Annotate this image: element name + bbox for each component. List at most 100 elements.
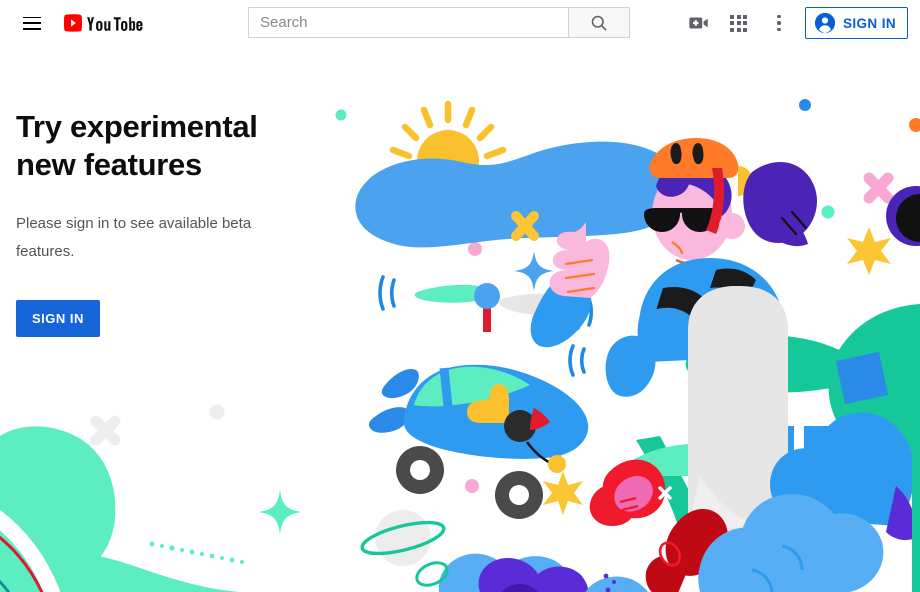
helmet-strap (706, 168, 724, 234)
dot-pink-3 (882, 387, 898, 403)
car-wing-top (381, 368, 419, 399)
canopy-divider (439, 367, 454, 417)
sparkle-mint (258, 490, 302, 534)
cloud-stipple (370, 165, 443, 198)
sparkle-blue (514, 251, 554, 291)
teal-patch (835, 351, 889, 405)
youtube-experiments-page: Try experimental new features Please sig… (0, 0, 920, 592)
apps-grid-button[interactable] (719, 3, 759, 43)
teal-band-1 (716, 426, 794, 456)
purple-edge-right (886, 486, 917, 540)
car-body (403, 364, 589, 459)
motion-lines-left (378, 275, 396, 311)
character-torso (637, 258, 784, 362)
page-title-line1: Try experimental (16, 109, 258, 144)
mint-blob-bottom (0, 546, 240, 592)
car-wing-bottom (368, 407, 410, 433)
guide-menu-button[interactable] (16, 7, 48, 39)
red-boot-accent (614, 476, 653, 512)
gray-board (688, 286, 788, 570)
masthead-start (0, 7, 154, 39)
create-video-button[interactable] (679, 3, 719, 43)
red-gear (589, 459, 728, 592)
wheel-front (396, 446, 444, 494)
propeller-blade-left (414, 284, 490, 303)
mitten-dark-red (665, 509, 728, 576)
page-title: Try experimental new features (16, 108, 288, 184)
header-sign-in-button[interactable]: SIGN IN (804, 7, 908, 39)
dot-mint-3 (821, 205, 835, 219)
dot-blue-1 (799, 99, 811, 111)
flying-car (368, 283, 589, 519)
boot-x (658, 486, 672, 500)
search-button[interactable] (568, 7, 630, 38)
search-icon (591, 15, 607, 30)
dot-mint-1 (335, 109, 347, 121)
mint-blob-left (0, 426, 116, 592)
strap-left (656, 286, 703, 317)
teal-band-2 (804, 426, 888, 456)
bottom-left-arcs (0, 509, 60, 592)
character-helmet (649, 138, 739, 178)
x-gray (90, 415, 121, 446)
character-base (624, 443, 726, 476)
car-canopy (414, 366, 530, 407)
star-yellow-1 (847, 227, 891, 275)
sunglasses (644, 208, 718, 232)
promo-sign-in-button[interactable]: SIGN IN (16, 300, 100, 337)
more-vertical-icon (777, 14, 781, 32)
more-options-button[interactable] (759, 3, 799, 43)
jacket-shadow (692, 380, 730, 403)
strap-right (710, 268, 756, 300)
search-input[interactable] (248, 7, 568, 38)
cloud-outlines (751, 544, 804, 592)
hand-lines (564, 258, 596, 294)
car-cable (526, 441, 564, 470)
dark-circle-right (886, 186, 920, 246)
blob-cluster-bottom-center (438, 553, 648, 592)
sleeve-lower (605, 335, 656, 397)
blue-cloud (355, 141, 683, 248)
teal-swoosh-right (685, 304, 920, 468)
ear (719, 213, 745, 239)
youtube-logo-icon (64, 14, 143, 32)
character-head (652, 168, 732, 260)
boot-stitches (619, 496, 639, 512)
cloud-cluster-bottom-right (698, 412, 917, 592)
thumbs-up-hand (549, 222, 610, 298)
youtube-logo[interactable] (64, 11, 154, 35)
red-boot (602, 459, 666, 519)
hamburger-icon (23, 16, 41, 30)
masthead-end: SIGN IN (679, 0, 908, 46)
create-video-icon (689, 17, 708, 29)
planet-with-ring (360, 510, 446, 566)
sun (389, 100, 507, 192)
header-sign-in-label: SIGN IN (842, 15, 896, 31)
glove-lines (780, 210, 808, 236)
promo-description: Please sign in to see available beta fea… (16, 215, 252, 260)
mouth (675, 258, 699, 265)
apps-grid-icon (730, 14, 748, 32)
masthead: SIGN IN (0, 0, 920, 46)
x-yellow (511, 211, 539, 241)
motion-lines-right (576, 294, 594, 330)
nose (671, 241, 684, 255)
propeller-blade-right (499, 293, 586, 316)
star-yellow-2 (543, 471, 583, 515)
dot-pink-2 (465, 479, 479, 493)
dot-gray-1 (209, 404, 225, 420)
mitten-loop (658, 541, 682, 567)
wheel-rear (495, 471, 543, 519)
character-arm (530, 276, 592, 348)
gray-board-shadow (688, 476, 766, 528)
dot-pink-1 (468, 242, 482, 256)
teal-loop (415, 561, 449, 587)
page-title-line2: new features (16, 147, 202, 182)
passenger-figure (467, 384, 509, 423)
character (530, 138, 817, 476)
promo-panel: Try experimental new features Please sig… (16, 108, 288, 337)
teal-ribbon (636, 436, 709, 564)
x-pink (863, 172, 894, 204)
search-container (248, 7, 630, 38)
character-hair (676, 162, 732, 216)
